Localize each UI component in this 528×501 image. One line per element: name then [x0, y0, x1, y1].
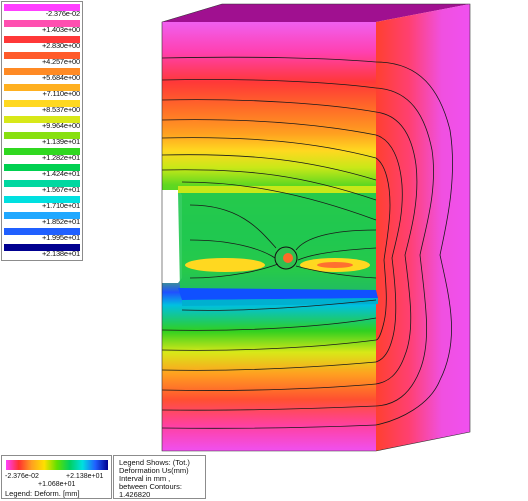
- legend-value-label: +2.138e+01: [41, 249, 80, 258]
- legend-entry: +2.138e+01: [4, 244, 80, 258]
- info-line-5: 1.426820: [119, 490, 151, 499]
- contour-legend: -2.376e-02 +1.403e+00 +2.830e+00 +4.257e+00…: [1, 1, 83, 261]
- slot-yellow-left: [185, 258, 265, 272]
- legend-value-label: +1.567e+01: [41, 185, 80, 194]
- legend-entry: +1.710e+01: [4, 196, 80, 210]
- legend-entry: +1.567e+01: [4, 180, 80, 194]
- legend-value-label: +5.684e+00: [41, 73, 80, 82]
- legend-value-label: +7.110e+00: [42, 89, 81, 98]
- legend-entry: +9.964e+00: [4, 116, 80, 130]
- colorbar-caption: Legend: Deform. [mm]: [5, 489, 80, 498]
- colorbar-panel: -2.376e-02 +2.138e+01 +1.068e+01 Legend:…: [1, 455, 112, 499]
- legend-value-label: +1.852e+01: [41, 217, 80, 226]
- legend-entry: +5.684e+00: [4, 68, 80, 82]
- slot-upper-lip: [178, 186, 376, 193]
- legend-entry: +1.139e+01: [4, 132, 80, 146]
- legend-entry: +4.257e+00: [4, 52, 80, 66]
- legend-entry: +1.282e+01: [4, 148, 80, 162]
- colorbar-max-label: +2.138e+01: [66, 473, 104, 480]
- center-hole-core: [283, 253, 293, 263]
- legend-value-label: +8.537e+00: [41, 105, 80, 114]
- legend-value-label: +1.403e+00: [41, 25, 80, 34]
- colorbar-mid-label: +1.068e+01: [38, 481, 76, 488]
- legend-value-label: +2.830e+00: [41, 41, 80, 50]
- colorbar-gradient: [6, 460, 108, 470]
- legend-entry: +1.995e+01: [4, 228, 80, 242]
- legend-value-label: +1.424e+01: [41, 169, 80, 178]
- legend-entry: +7.110e+00: [4, 84, 80, 98]
- legend-entry: +1.403e+00: [4, 20, 80, 34]
- legend-value-label: -2.376e-02: [45, 9, 80, 18]
- legend-value-label: +1.995e+01: [41, 233, 80, 242]
- legend-entry: -2.376e-02: [4, 4, 80, 18]
- colorbar-min-label: -2.376e-02: [5, 473, 39, 480]
- slot-lower-lip: [178, 288, 378, 300]
- legend-value-label: +1.139e+01: [41, 137, 80, 146]
- legend-entry: +1.852e+01: [4, 212, 80, 226]
- legend-entry: +2.830e+00: [4, 36, 80, 50]
- legend-value-label: +9.964e+00: [41, 121, 80, 130]
- right-side-face: [376, 4, 470, 451]
- legend-entry: +8.537e+00: [4, 100, 80, 114]
- legend-value-label: +4.257e+00: [41, 57, 80, 66]
- slot-orange-right: [317, 262, 353, 268]
- legend-entry: +1.424e+01: [4, 164, 80, 178]
- legend-value-label: +1.282e+01: [41, 153, 80, 162]
- legend-value-label: +1.710e+01: [41, 201, 80, 210]
- legend-info-panel: Legend Shows: (Tot.) Deformation Us(mm) …: [113, 455, 206, 499]
